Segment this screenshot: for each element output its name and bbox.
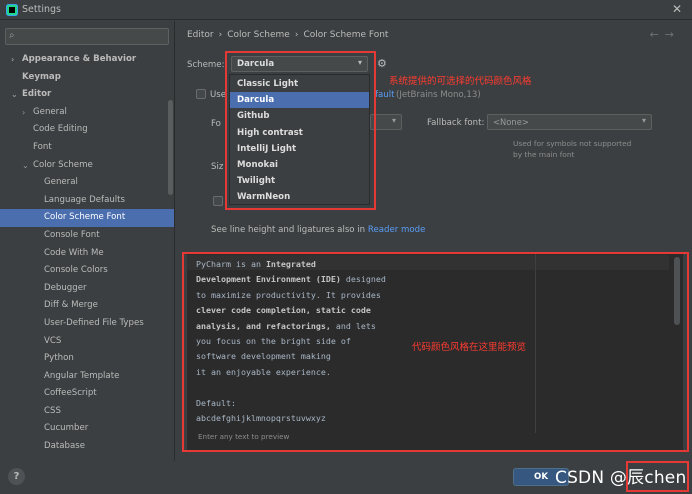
sidebar-item-coffeescript[interactable]: CoffeeScript: [0, 385, 174, 403]
search-icon: ⌕: [9, 30, 15, 41]
sidebar-item-user-defined-file-types[interactable]: User-Defined File Types: [0, 315, 174, 333]
sidebar-item-label: Python: [44, 353, 74, 364]
sidebar-item-console-font[interactable]: Console Font: [0, 227, 174, 245]
sidebar-item-label: Keymap: [22, 71, 61, 82]
reader-mode-text: See line height and ligatures also in: [211, 225, 366, 235]
nav-arrows: ←→: [650, 28, 680, 41]
sidebar-item-css[interactable]: CSS: [0, 403, 174, 421]
fallback-font-note: Used for symbols not supported by the ma…: [513, 139, 632, 159]
reader-mode-link[interactable]: Reader mode: [368, 225, 426, 235]
sidebar-item-label: Font: [33, 141, 52, 152]
sidebar-item-console-colors[interactable]: Console Colors: [0, 262, 174, 280]
sidebar-item-label: Code Editing: [33, 124, 88, 135]
sidebar-item-cucumber[interactable]: Cucumber: [0, 420, 174, 438]
sidebar-item-debugger[interactable]: Debugger: [0, 280, 174, 298]
sidebar-item-general[interactable]: General: [0, 174, 174, 192]
chevron-down-icon[interactable]: ⌄: [22, 157, 29, 175]
chevron-right-icon[interactable]: ›: [11, 51, 14, 69]
chevron-right-icon[interactable]: ›: [22, 104, 25, 122]
sidebar-item-label: Diff & Merge: [44, 300, 98, 311]
chevron-right-icon: ›: [218, 30, 223, 40]
sidebar-item-appearance-behavior[interactable]: › Appearance & Behavior: [0, 51, 174, 69]
sidebar-item-code-with-me[interactable]: Code With Me: [0, 245, 174, 263]
fallback-font-label: Fallback font:: [427, 118, 485, 128]
annotation-text-preview: 代码颜色风格在这里能预览: [412, 342, 527, 353]
sidebar-item-label: Debugger: [44, 282, 87, 293]
sidebar-item-language-defaults[interactable]: Language Defaults: [0, 192, 174, 210]
window-title: Settings: [22, 4, 61, 15]
breadcrumb-item: Color Scheme Font: [303, 30, 389, 40]
font-label: Fo: [211, 119, 221, 129]
sidebar-item-label: Angular Template: [44, 370, 120, 381]
sidebar-item-label: Editor: [22, 89, 52, 100]
help-button[interactable]: ?: [8, 468, 25, 485]
default-font-link[interactable]: fault: [375, 90, 395, 100]
sidebar-item-label: Color Scheme: [33, 159, 93, 170]
sidebar-item-diff-merge[interactable]: Diff & Merge: [0, 297, 174, 315]
settings-sidebar: ⌕ › Appearance & Behavior Keymap ⌄ Editor › Ge…: [0, 21, 175, 461]
settings-tree: › Appearance & Behavior Keymap ⌄ Editor › Gene…: [0, 51, 174, 456]
default-font-info: (JetBrains Mono,13): [396, 90, 481, 100]
sidebar-item-label: User-Defined File Types: [44, 317, 144, 328]
sidebar-item-label: General: [33, 106, 67, 117]
use-font-checkbox[interactable]: [196, 89, 206, 99]
annotation-box-dropdown: [225, 51, 376, 210]
back-arrow-icon[interactable]: ←: [650, 28, 665, 41]
close-icon[interactable]: ✕: [672, 2, 682, 16]
size-label: Siz: [211, 162, 224, 172]
forward-arrow-icon[interactable]: →: [665, 28, 680, 41]
ligatures-checkbox[interactable]: [213, 196, 223, 206]
breadcrumb-item: Color Scheme: [227, 30, 290, 40]
sidebar-item-editor[interactable]: ⌄ Editor: [0, 86, 174, 104]
sidebar-scrollbar[interactable]: [168, 100, 173, 195]
sidebar-item-keymap[interactable]: Keymap: [0, 69, 174, 87]
watermark: CSDN @辰chen: [555, 468, 687, 488]
sidebar-item-label: Color Scheme Font: [44, 212, 126, 223]
search-input[interactable]: ⌕: [5, 28, 169, 45]
annotation-text-dropdown: 系统提供的可选择的代码颜色风格: [389, 76, 532, 87]
sidebar-item-label: Console Font: [44, 229, 100, 240]
sidebar-item-font[interactable]: Font: [0, 139, 174, 157]
sidebar-item-label: Language Defaults: [44, 194, 126, 205]
breadcrumb-item: Editor: [187, 30, 214, 40]
sidebar-item-angular-template[interactable]: Angular Template: [0, 368, 174, 386]
settings-app-icon: [6, 4, 18, 16]
chevron-down-icon: ▾: [391, 116, 396, 125]
sidebar-item-label: CoffeeScript: [44, 388, 97, 399]
sidebar-item-color-scheme-font[interactable]: Color Scheme Font: [0, 209, 174, 227]
breadcrumb: Editor › Color Scheme › Color Scheme Font: [187, 30, 388, 40]
chevron-down-icon[interactable]: ⌄: [11, 86, 18, 104]
sidebar-item-label: CSS: [44, 405, 61, 416]
sidebar-item-label: Cucumber: [44, 423, 89, 434]
sidebar-item-python[interactable]: Python: [0, 350, 174, 368]
reader-mode-row: See line height and ligatures also in Re…: [211, 225, 425, 235]
title-bar: Settings ✕: [0, 0, 692, 20]
sidebar-item-color-scheme[interactable]: ⌄ Color Scheme: [0, 157, 174, 175]
sidebar-item-label: Console Colors: [44, 265, 108, 276]
fallback-font-value: <None>: [493, 117, 529, 127]
sidebar-item-vcs[interactable]: VCS: [0, 333, 174, 351]
sidebar-item-database[interactable]: Database: [0, 438, 174, 456]
sidebar-item-label: Appearance & Behavior: [22, 54, 137, 64]
sidebar-item-label: VCS: [44, 335, 62, 346]
sidebar-item-label: General: [44, 177, 78, 188]
use-font-label: Use: [210, 90, 227, 100]
chevron-down-icon: ▾: [641, 116, 646, 125]
sidebar-item-label: Code With Me: [44, 247, 104, 258]
sidebar-item-label: Database: [44, 441, 86, 452]
scheme-label: Scheme:: [187, 60, 225, 70]
sidebar-item-general[interactable]: › General: [0, 104, 174, 122]
gear-icon[interactable]: ⚙: [377, 57, 387, 70]
chevron-right-icon: ›: [294, 30, 299, 40]
sidebar-item-code-editing[interactable]: Code Editing: [0, 121, 174, 139]
fallback-font-select[interactable]: <None> ▾: [487, 114, 652, 130]
